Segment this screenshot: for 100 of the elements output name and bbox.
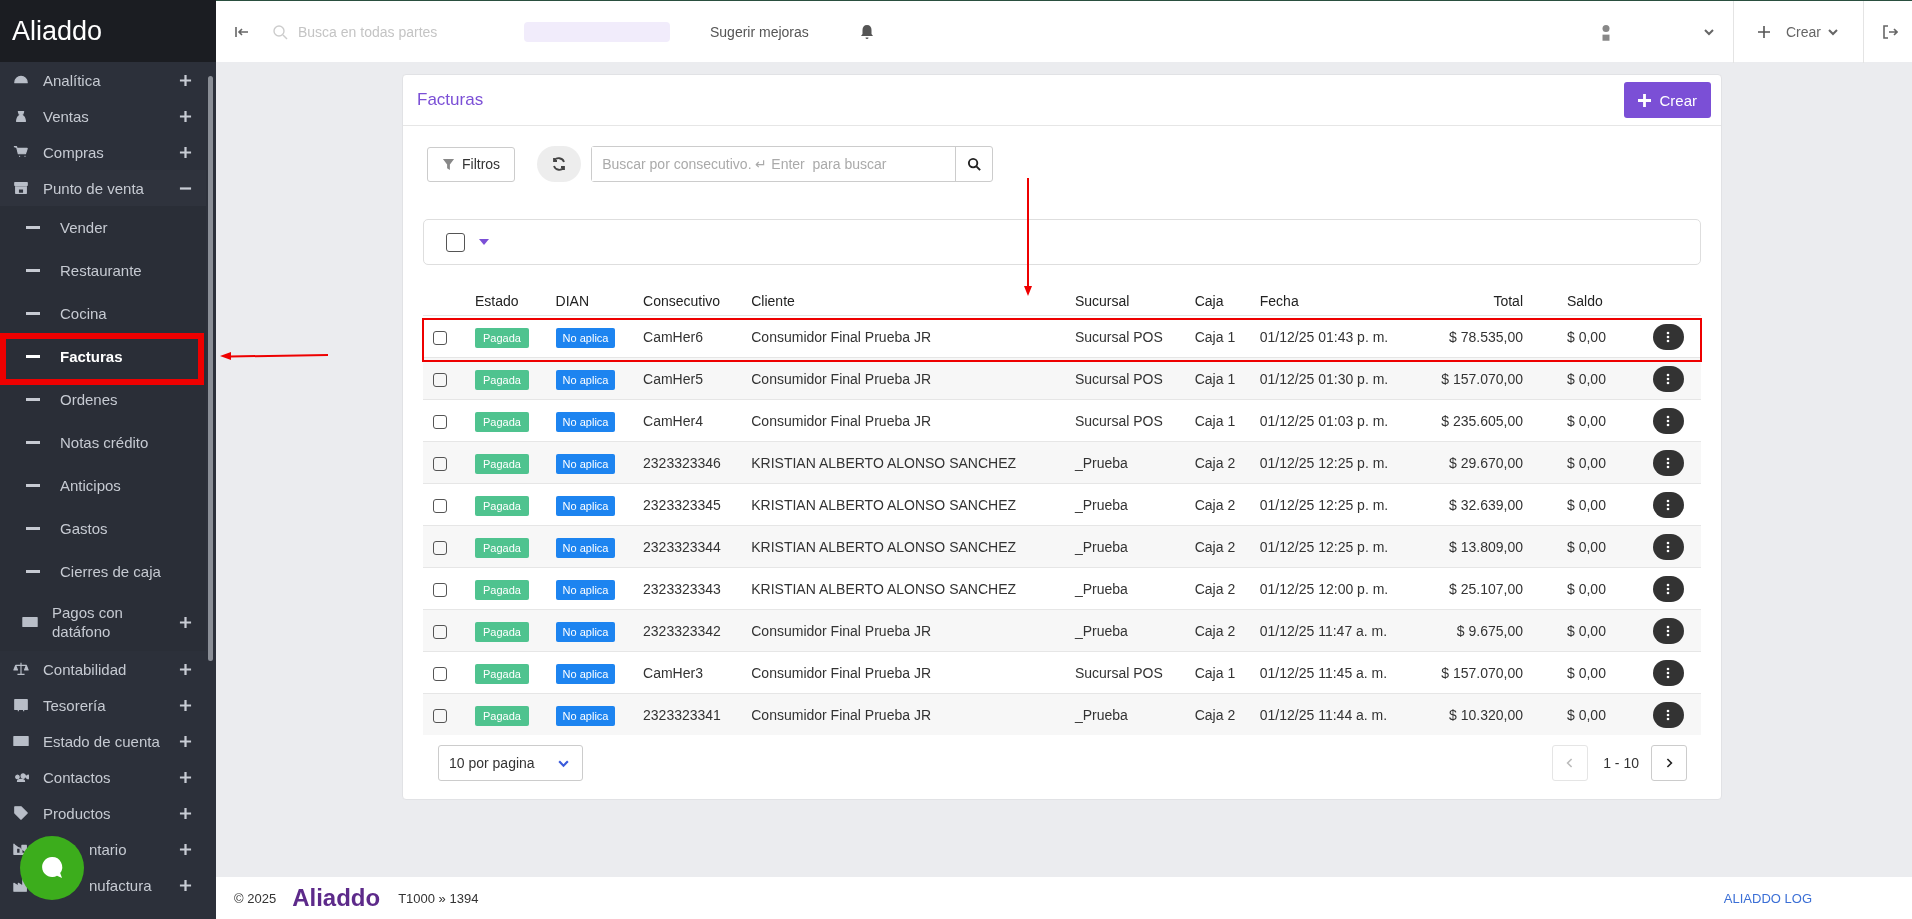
sidebar-item[interactable]: Contabilidad bbox=[0, 651, 206, 687]
sidebar-subitem[interactable]: Notas crédito bbox=[0, 421, 206, 464]
row-checkbox[interactable] bbox=[433, 624, 447, 639]
dian-badge: No aplica bbox=[555, 411, 616, 432]
table-cell: 01/12/25 12:25 p. m. bbox=[1259, 496, 1389, 513]
sidebar-subitem[interactable]: Anticipos bbox=[0, 464, 206, 507]
expand-icon[interactable] bbox=[179, 662, 192, 676]
row-actions-button[interactable] bbox=[1652, 659, 1684, 686]
row-checkbox[interactable] bbox=[433, 456, 447, 471]
row-actions-button[interactable] bbox=[1652, 491, 1684, 518]
table-cell: KRISTIAN ALBERTO ALONSO SANCHEZ bbox=[751, 496, 1017, 513]
row-actions-button[interactable] bbox=[1652, 617, 1684, 644]
log-link[interactable]: ALIADDO LOG bbox=[1723, 890, 1812, 906]
status-badge: Pagada bbox=[475, 579, 529, 600]
search-icon bbox=[272, 23, 288, 40]
dian-badge: No aplica bbox=[555, 537, 616, 558]
create-menu-button[interactable]: Crear bbox=[1752, 23, 1845, 40]
expand-icon[interactable] bbox=[179, 806, 192, 820]
expand-icon[interactable] bbox=[179, 109, 192, 123]
more-vertical-icon bbox=[1666, 456, 1670, 469]
page-size-select[interactable]: 10 por pagina bbox=[438, 745, 583, 781]
sidebar-subitem[interactable]: Gastos bbox=[0, 507, 206, 550]
table-cell: Sucursal POS bbox=[1074, 412, 1163, 429]
table-cell: $ 0,00 bbox=[1567, 538, 1606, 555]
table-cell: $ 13.809,00 bbox=[1449, 538, 1523, 555]
expand-icon[interactable] bbox=[179, 878, 192, 892]
sidebar-subitem[interactable]: Facturas bbox=[0, 335, 206, 378]
row-actions-button[interactable] bbox=[1652, 533, 1684, 560]
filter-icon bbox=[442, 157, 455, 171]
row-checkbox[interactable] bbox=[433, 498, 447, 513]
table-cell: $ 78.535,00 bbox=[1449, 328, 1523, 345]
row-actions-button[interactable] bbox=[1652, 407, 1684, 434]
table-cell: 2323323341 bbox=[643, 706, 721, 723]
logout-icon[interactable] bbox=[1882, 23, 1898, 40]
status-badge: Pagada bbox=[475, 369, 529, 390]
table-cell: 2323323345 bbox=[643, 496, 721, 513]
table-cell: Caja 2 bbox=[1194, 706, 1236, 723]
row-checkbox[interactable] bbox=[433, 414, 447, 429]
dian-badge: No aplica bbox=[555, 327, 616, 348]
sidebar-item[interactable]: Contactos bbox=[0, 759, 206, 795]
chevron-left-icon bbox=[1566, 757, 1575, 769]
column-header: Cliente bbox=[751, 293, 795, 309]
sidebar-item[interactable]: Ventas bbox=[0, 98, 206, 134]
sidebar-item[interactable]: Tesorería bbox=[0, 687, 206, 723]
sidebar-item[interactable]: Productos bbox=[0, 795, 206, 831]
row-checkbox[interactable] bbox=[433, 330, 447, 345]
search-field[interactable]: Buscar por consecutivo. ↵ Enter para buscar bbox=[591, 146, 994, 182]
sidebar-subitem[interactable]: Restaurante bbox=[0, 249, 206, 292]
status-badge: Pagada bbox=[475, 495, 529, 516]
table-cell: Sucursal POS bbox=[1074, 370, 1163, 387]
dian-badge: No aplica bbox=[555, 579, 616, 600]
row-actions-button[interactable] bbox=[1652, 575, 1684, 602]
column-header: Fecha bbox=[1259, 293, 1299, 309]
table-cell: Sucursal POS bbox=[1074, 328, 1163, 345]
table-cell: 01/12/25 11:44 a. m. bbox=[1259, 706, 1388, 723]
sidebar-item[interactable]: Analítica bbox=[0, 62, 206, 98]
expand-icon[interactable] bbox=[179, 842, 192, 856]
sidebar-subitem[interactable]: Vender bbox=[0, 206, 206, 249]
sidebar-subitem[interactable]: Cocina bbox=[0, 292, 206, 335]
table-cell: Caja 1 bbox=[1194, 664, 1236, 681]
dian-badge: No aplica bbox=[555, 495, 616, 516]
card-icon bbox=[22, 614, 38, 630]
status-badge: Pagada bbox=[475, 453, 529, 474]
create-button[interactable]: Crear bbox=[1624, 82, 1711, 118]
suggest-link[interactable]: Sugerir mejoras bbox=[710, 23, 809, 40]
table-cell: Caja 2 bbox=[1194, 538, 1236, 555]
table-cell: Sucursal POS bbox=[1074, 664, 1163, 681]
expand-icon[interactable] bbox=[179, 145, 192, 159]
row-checkbox[interactable] bbox=[433, 540, 447, 555]
table-cell: Consumidor Final Prueba JR bbox=[751, 370, 931, 387]
row-actions-button[interactable] bbox=[1652, 365, 1684, 392]
refresh-button[interactable] bbox=[537, 146, 582, 182]
filters-button[interactable]: Filtros bbox=[427, 146, 516, 182]
sidebar-item[interactable]: Estado de cuenta bbox=[0, 723, 206, 759]
table-cell: Consumidor Final Prueba JR bbox=[751, 328, 931, 345]
scrollbar[interactable] bbox=[208, 76, 213, 661]
row-actions-button[interactable] bbox=[1652, 449, 1684, 476]
table-cell: $ 0,00 bbox=[1567, 412, 1606, 429]
row-actions-button[interactable] bbox=[1652, 701, 1684, 728]
expand-icon[interactable] bbox=[179, 73, 192, 87]
caret-icon[interactable] bbox=[479, 239, 489, 245]
notifications-icon[interactable] bbox=[858, 23, 875, 40]
expand-icon[interactable] bbox=[179, 615, 192, 629]
search-icon bbox=[966, 156, 982, 172]
sidebar-item[interactable]: Compras bbox=[0, 134, 206, 170]
row-checkbox[interactable] bbox=[433, 666, 447, 681]
sidebar-subitem[interactable]: Cierres de caja bbox=[0, 550, 206, 593]
sidebar-subitem[interactable]: Ordenes bbox=[0, 378, 206, 421]
row-checkbox[interactable] bbox=[433, 372, 447, 387]
table-cell: 2323323343 bbox=[643, 580, 721, 597]
row-checkbox[interactable] bbox=[433, 708, 447, 723]
expand-icon[interactable] bbox=[179, 770, 192, 784]
sidebar-item[interactable]: ntario bbox=[0, 831, 206, 867]
version-text: T1000 » 1394 bbox=[398, 890, 479, 906]
more-vertical-icon bbox=[1666, 540, 1670, 553]
expand-icon[interactable] bbox=[179, 698, 192, 712]
expand-icon[interactable] bbox=[179, 734, 192, 748]
select-all-checkbox[interactable] bbox=[446, 232, 465, 252]
row-checkbox[interactable] bbox=[433, 582, 447, 597]
row-actions-button[interactable] bbox=[1652, 323, 1684, 350]
